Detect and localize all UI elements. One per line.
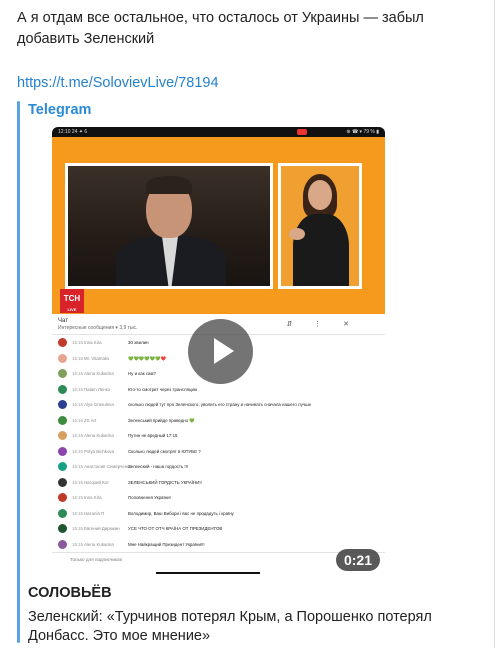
chat-avatar (58, 477, 67, 487)
play-button[interactable] (188, 319, 253, 384)
link-preview-title: СОЛОВЬЁВ (28, 585, 112, 601)
chat-author: Павел Ленко (84, 386, 111, 392)
chat-avatar (58, 353, 67, 363)
message-text: А я отдам все остальное, что осталось от… (17, 10, 424, 47)
chat-text: 💚💚💚💚💚💚❤️ (128, 355, 167, 361)
video-progress-indicator (156, 572, 260, 574)
chat-time: 16:15 (72, 479, 83, 485)
chat-avatar (58, 384, 67, 394)
chat-text: Зеленский - наша гордость !!! (128, 464, 189, 469)
message-bubble: А я отдам все остальное, что осталось от… (0, 0, 495, 648)
chat-author: Mr. Vitamaks (84, 355, 110, 361)
chat-time: 16:15 (72, 541, 83, 547)
interpreter-head (308, 180, 332, 210)
channel-logo: ТСН LIVE (60, 289, 84, 313)
chat-author: Inna Kira (84, 495, 102, 500)
channel-logo-sub: LIVE (67, 307, 77, 312)
video-phone-status-bar: 12:10 24 ✦ 6 ⊕ ☎ ▾ 79 % ▮ (52, 127, 385, 137)
chat-text: Мне Найкращий Президент України!!! (128, 541, 205, 547)
chat-time: 16:15 (72, 510, 83, 516)
chat-time: 16:15 (72, 495, 83, 500)
chat-time: 16:15 (72, 402, 83, 407)
chat-avatar (58, 508, 67, 518)
chat-avatar (58, 369, 67, 378)
chat-text: Ну и как сам? (128, 371, 156, 376)
sign-language-interpreter-view (278, 163, 362, 289)
interpreter-figure (293, 214, 349, 286)
chat-author: Анастасия Семерченко (84, 464, 132, 469)
video-duration-badge: 0:21 (335, 549, 380, 571)
chat-avatar (58, 400, 67, 409)
chat-avatar (58, 493, 67, 502)
chat-time: 16:15 (72, 355, 83, 361)
chat-avatar (58, 431, 67, 440)
chat-text: УСЕ ЧТО ОТ ОТЧ КРАЇНА ОТ ПРЕЗИДЕНТОВ (128, 526, 223, 531)
chat-avatar (58, 338, 67, 347)
chat-author: Нагорий Кот (84, 479, 110, 485)
chat-time: 16:15 (72, 386, 83, 392)
chat-text: Володимир, Ваш Вибори і вас не продадуть… (128, 510, 234, 516)
chat-avatar (58, 462, 67, 471)
chat-subtitle: Интересные сообщения ▾ 3,9 тыс. (58, 325, 138, 331)
chat-time: 16:15 (72, 371, 83, 376)
chat-time: 16:15 (72, 433, 83, 438)
chat-avatar (58, 524, 67, 533)
chat-time: 16:15 (72, 417, 83, 423)
chat-author: Alena Kukarina (84, 371, 114, 376)
video-status-right: ⊕ ☎ ▾ 79 % ▮ (346, 129, 379, 135)
link-preview-description: Зеленский: «Турчинов потерял Крым, а Пор… (28, 609, 432, 644)
link-preview-site-name[interactable]: Telegram (28, 102, 91, 118)
interpreter-hand (289, 228, 305, 240)
chat-avatar (58, 539, 67, 549)
chat-title: Чат (58, 318, 68, 324)
video-preview[interactable]: 12:10 24 ✦ 6 ⊕ ☎ ▾ 79 % ▮ ТСН LIVE Чат И… (52, 127, 385, 575)
chat-avatar (58, 446, 67, 456)
speaker-camera-view (65, 163, 273, 289)
chat-time: 16:15 (72, 340, 83, 345)
link-preview-accent-bar (17, 101, 20, 643)
chat-text: ЗЕЛЕНСЬКИЙ ГОРДІСТЬ УКРАЇНИ!! (128, 479, 202, 485)
chat-text: сколько людей тут про Зеленского, уволит… (128, 402, 312, 407)
chat-author: Alya Grasuleva (84, 402, 114, 407)
chat-text: Зеленський прийде праведно 💚 (128, 417, 195, 423)
chat-author: Polya Bichkova (84, 448, 115, 454)
chat-author: Наталія П (84, 510, 105, 516)
chat-avatar (58, 415, 67, 425)
chat-text: Поповнення України! (128, 495, 171, 500)
message-link[interactable]: https://t.me/SolovievLive/78194 (17, 75, 219, 91)
chat-time: 16:15 (72, 464, 83, 469)
recording-indicator-icon (297, 129, 307, 135)
chat-text: Путин не вредный 17:15 (128, 433, 178, 438)
chat-author: Inna Kira (84, 340, 102, 345)
broadcast-frame: ТСН LIVE (52, 137, 385, 314)
chat-text: Кто-то смотрит через трансляцию (128, 386, 198, 392)
chat-author: Alena Kukarina (84, 433, 114, 438)
chat-author: Евгений Дирюкин (84, 526, 120, 531)
channel-logo-text: ТСН (63, 294, 81, 303)
play-icon (214, 338, 234, 364)
chat-text: 30 хвилин (128, 340, 149, 345)
chat-controls: ⇵ ⋮ ✕ (286, 321, 359, 328)
chat-author: ZS Art (84, 417, 97, 423)
video-status-left: 12:10 24 ✦ 6 (58, 129, 88, 135)
chat-author: Alena Kukarina (84, 541, 114, 547)
speaker-hair (146, 176, 192, 194)
chat-time: 16:15 (72, 526, 83, 531)
chat-text: Сколько людей смотрят в ЮТУБЕ ? (128, 448, 201, 454)
chat-time: 16:15 (72, 448, 83, 454)
